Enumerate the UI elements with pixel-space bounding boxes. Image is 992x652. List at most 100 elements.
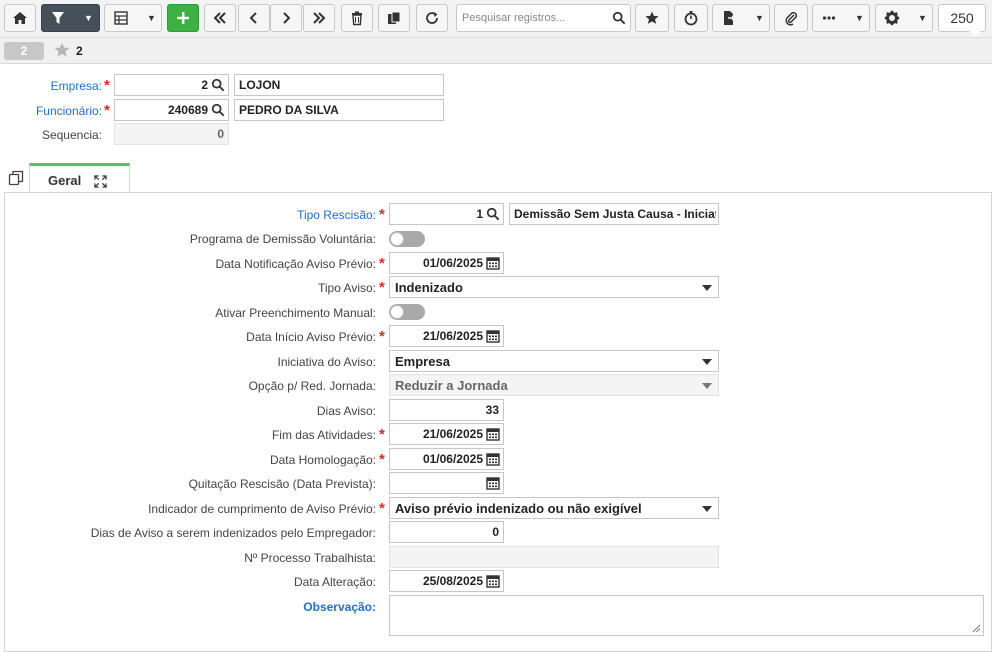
report-button[interactable]: ▼ xyxy=(712,4,770,32)
funcionario-label[interactable]: Funcionário: xyxy=(36,103,102,119)
data-homologacao-value: 01/06/2025 xyxy=(422,452,483,466)
more-actions-button[interactable]: ▼ xyxy=(812,4,870,32)
fim-atividades-field[interactable]: 21/06/2025 xyxy=(389,423,504,445)
grid-view-button[interactable]: ▼ xyxy=(104,4,162,32)
iniciativa-select[interactable]: Empresa xyxy=(389,350,719,372)
required-marker: * xyxy=(104,102,110,119)
required-marker: * xyxy=(379,500,385,517)
star-icon[interactable] xyxy=(53,41,71,59)
search-icon[interactable] xyxy=(486,207,500,221)
data-alteracao-field[interactable]: 25/08/2025 xyxy=(389,570,504,592)
tipo-rescisao-code-value: 1 xyxy=(476,207,483,221)
refresh-button[interactable] xyxy=(416,4,448,32)
opcao-red-label: Opção p/ Red. Jornada: xyxy=(248,379,376,393)
last-record-button[interactable] xyxy=(303,4,335,32)
empresa-code-field[interactable]: 2 xyxy=(114,74,229,96)
calendar-icon[interactable] xyxy=(486,452,500,466)
search-input[interactable] xyxy=(460,9,610,27)
tab-geral-label: Geral xyxy=(48,173,82,188)
empresa-label[interactable]: Empresa: xyxy=(51,78,102,94)
next-record-button[interactable] xyxy=(270,4,302,32)
data-homologacao-field[interactable]: 01/06/2025 xyxy=(389,448,504,470)
home-icon xyxy=(13,12,27,24)
filter-button[interactable]: ▼ xyxy=(41,4,100,32)
first-record-button[interactable] xyxy=(204,4,236,32)
sequencia-label: Sequencia: xyxy=(41,128,102,142)
chevron-down-icon: ▼ xyxy=(855,13,864,23)
chevron-down-icon xyxy=(702,383,712,389)
chevron-down-icon: ▼ xyxy=(84,13,93,23)
ativar-manual-toggle[interactable] xyxy=(389,304,425,320)
tipo-rescisao-code-field[interactable]: 1 xyxy=(389,203,504,225)
sequencia-field: 0 xyxy=(114,123,229,145)
search-icon[interactable] xyxy=(211,103,225,117)
expand-icon[interactable] xyxy=(94,175,107,188)
file-export-icon xyxy=(724,11,736,25)
delete-button[interactable] xyxy=(341,4,373,32)
iniciativa-value: Empresa xyxy=(395,354,450,369)
tipo-aviso-select[interactable]: Indenizado xyxy=(389,276,719,298)
ellipsis-icon xyxy=(822,16,836,20)
timer-button[interactable] xyxy=(674,4,708,32)
calendar-icon[interactable] xyxy=(486,329,500,343)
tipo-aviso-value: Indenizado xyxy=(395,280,463,295)
fim-atividades-value: 21/06/2025 xyxy=(422,427,483,441)
tipo-rescisao-label[interactable]: Tipo Rescisão: xyxy=(297,207,376,223)
refresh-icon xyxy=(426,12,438,24)
dias-aviso-label: Dias Aviso: xyxy=(316,404,376,418)
copy-icon[interactable] xyxy=(8,170,24,186)
calendar-icon[interactable] xyxy=(486,476,500,490)
sequencia-value: 0 xyxy=(217,127,224,141)
required-marker: * xyxy=(379,451,385,468)
funcionario-code-field[interactable]: 240689 xyxy=(114,99,229,121)
tipo-rescisao-desc-field[interactable]: Demissão Sem Justa Causa - Iniciativa xyxy=(509,203,719,225)
search-icon[interactable] xyxy=(211,78,225,92)
quitacao-field[interactable] xyxy=(389,472,504,494)
indicador-select[interactable]: Aviso prévio indenizado ou não exigível xyxy=(389,497,719,519)
dias-indenizados-value: 0 xyxy=(492,525,499,539)
attachment-button[interactable] xyxy=(774,4,808,32)
gear-icon xyxy=(884,10,900,26)
empresa-name-value: LOJON xyxy=(239,78,281,92)
data-notificacao-field[interactable]: 01/06/2025 xyxy=(389,252,504,274)
toggle-knob xyxy=(390,232,404,246)
required-marker: * xyxy=(379,255,385,272)
data-inicio-label: Data Início Aviso Prévio: xyxy=(246,330,376,344)
dias-indenizados-label: Dias de Aviso a serem indenizados pelo E… xyxy=(90,526,376,540)
empresa-name-field[interactable]: LOJON xyxy=(234,74,444,96)
search-icon[interactable] xyxy=(612,11,626,25)
calendar-icon[interactable] xyxy=(486,427,500,441)
calendar-icon[interactable] xyxy=(486,574,500,588)
settings-button[interactable]: ▼ xyxy=(875,4,933,32)
chevron-down-icon xyxy=(702,359,712,365)
data-homologacao-label: Data Homologação: xyxy=(269,453,376,467)
resize-grip-icon[interactable] xyxy=(972,624,981,633)
data-notificacao-label: Data Notificação Aviso Prévio: xyxy=(215,257,376,271)
observacao-label[interactable]: Observação: xyxy=(303,599,376,615)
pdv-toggle[interactable] xyxy=(389,231,425,247)
previous-record-button[interactable] xyxy=(238,4,270,32)
indicador-value: Aviso prévio indenizado ou não exigível xyxy=(395,501,642,516)
tipo-aviso-label: Tipo Aviso: xyxy=(317,281,376,295)
record-count[interactable]: 250 xyxy=(938,4,986,37)
data-inicio-field[interactable]: 21/06/2025 xyxy=(389,325,504,347)
table-icon xyxy=(114,11,128,25)
add-record-button[interactable] xyxy=(167,4,199,32)
chevron-down-icon: ▼ xyxy=(918,13,927,23)
home-button[interactable] xyxy=(4,4,36,32)
record-count-value: 250 xyxy=(950,10,974,26)
calendar-icon[interactable] xyxy=(486,256,500,270)
tipo-rescisao-desc-value: Demissão Sem Justa Causa - Iniciativa xyxy=(514,207,716,221)
funcionario-name-field[interactable]: PEDRO DA SILVA xyxy=(234,99,444,121)
dias-indenizados-field[interactable]: 0 xyxy=(389,521,504,543)
record-index-pill[interactable]: 2 xyxy=(4,42,44,60)
opcao-red-select: Reduzir a Jornada xyxy=(389,374,719,396)
required-marker: * xyxy=(104,77,110,94)
favorite-button[interactable] xyxy=(635,4,669,32)
observacao-textarea[interactable] xyxy=(389,595,984,636)
chevron-down-icon: ▼ xyxy=(147,13,156,23)
copy-button[interactable] xyxy=(378,4,410,32)
stopwatch-icon xyxy=(684,11,698,26)
tab-geral[interactable]: Geral xyxy=(29,163,130,193)
dias-aviso-field[interactable]: 33 xyxy=(389,399,504,421)
